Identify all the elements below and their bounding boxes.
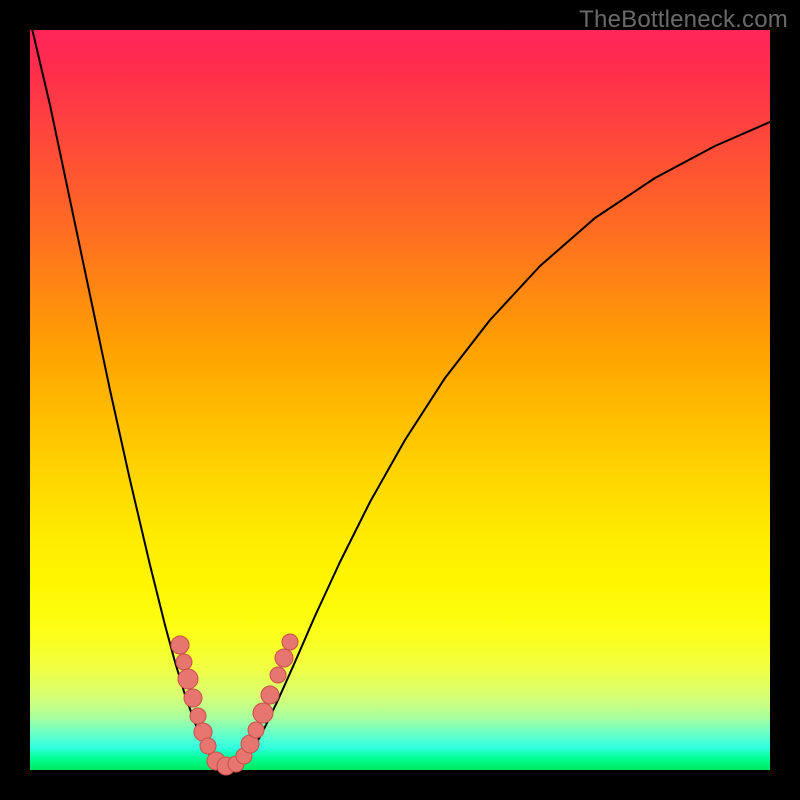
bead-marker: [282, 634, 298, 650]
bead-marker: [261, 686, 279, 704]
chart-frame: TheBottleneck.com: [0, 0, 800, 800]
curve-svg: [30, 30, 770, 770]
bottleneck-curve: [30, 20, 770, 767]
bead-marker: [253, 703, 273, 723]
bead-marker: [171, 636, 189, 654]
bead-marker: [275, 649, 293, 667]
bead-marker: [200, 738, 216, 754]
plot-area: [30, 30, 770, 770]
bead-marker: [184, 689, 202, 707]
watermark-text: TheBottleneck.com: [579, 6, 788, 34]
bead-markers: [171, 634, 298, 775]
bead-marker: [248, 722, 264, 738]
bead-marker: [270, 667, 286, 683]
bead-marker: [178, 669, 198, 689]
bead-marker: [176, 654, 192, 670]
bead-marker: [190, 708, 206, 724]
